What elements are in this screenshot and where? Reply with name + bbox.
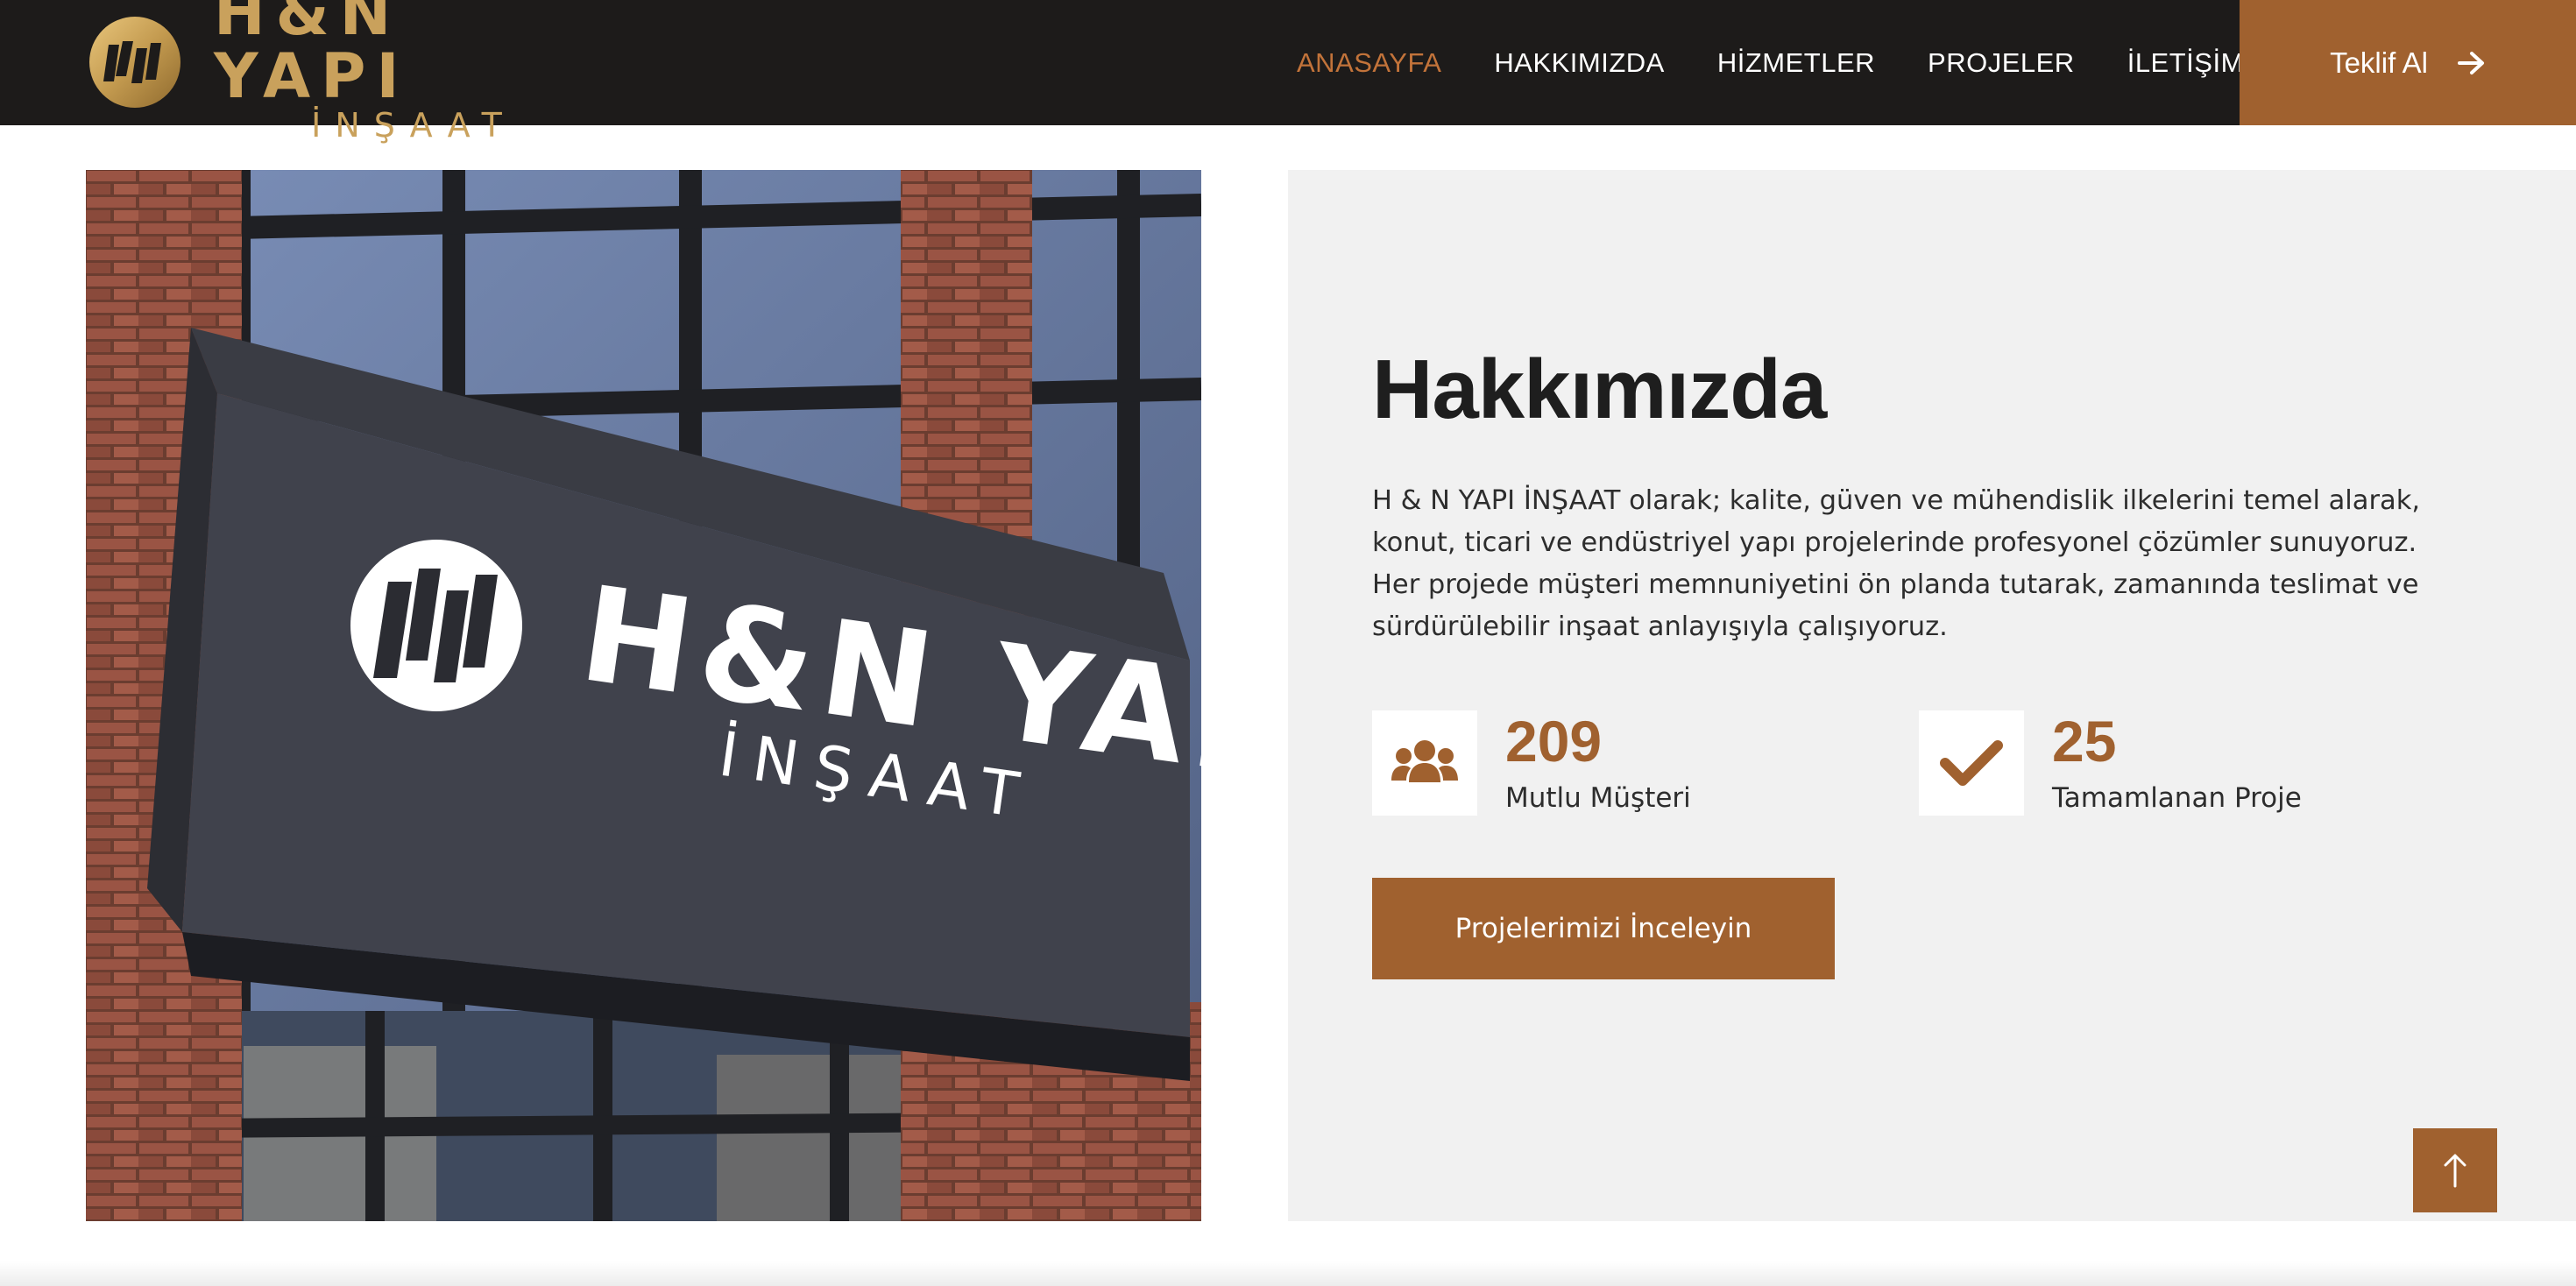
stat-value: 209 bbox=[1505, 709, 1603, 774]
logo-subtitle: İNŞAAT bbox=[311, 106, 516, 145]
hn-monogram-icon bbox=[89, 17, 180, 108]
stat-label: Tamamlanan Proje bbox=[2052, 782, 2302, 814]
site-header: H&N YAPI İNŞAAT ANASAYFA HAKKIMIZDA HİZM… bbox=[0, 0, 2576, 143]
stat-happy-customers: 209 Mutlu Müşteri bbox=[1372, 710, 1691, 816]
stat-label: Mutlu Müşteri bbox=[1505, 782, 1691, 814]
nav-item-projeler[interactable]: PROJELER bbox=[1928, 47, 2075, 79]
scroll-to-top-button[interactable] bbox=[2413, 1128, 2497, 1212]
nav-item-iletisim[interactable]: İLETİŞİM bbox=[2127, 47, 2244, 79]
main-nav: ANASAYFA HAKKIMIZDA HİZMETLER PROJELER İ… bbox=[1297, 0, 2296, 125]
storefront-photo: H&N YAPI İNŞAAT bbox=[86, 170, 1201, 1221]
stat-icon-box bbox=[1919, 710, 2024, 816]
stat-value: 25 bbox=[2052, 709, 2117, 774]
nav-item-hakkimizda[interactable]: HAKKIMIZDA bbox=[1494, 47, 1664, 79]
checkmark-icon bbox=[1940, 740, 2003, 786]
stat-icon-box bbox=[1372, 710, 1477, 816]
section-title: Hakkımızda bbox=[1372, 343, 1827, 436]
view-projects-button[interactable]: Projelerimizi İnceleyin bbox=[1372, 878, 1835, 979]
get-quote-label: Teklif Al bbox=[2330, 46, 2428, 79]
about-description: H & N YAPI İNŞAAT olarak; kalite, güven … bbox=[1372, 485, 2421, 642]
nav-item-anasayfa[interactable]: ANASAYFA bbox=[1297, 47, 1441, 79]
arrow-right-icon bbox=[2457, 51, 2484, 74]
nav-item-hizmetler[interactable]: HİZMETLER bbox=[1717, 47, 1875, 79]
get-quote-button[interactable]: Teklif Al bbox=[2240, 0, 2576, 125]
users-icon bbox=[1391, 740, 1458, 782]
arrow-up-icon bbox=[2444, 1154, 2466, 1188]
section-divider bbox=[0, 1261, 2576, 1286]
stat-completed-projects: 25 Tamamlanan Proje bbox=[1919, 710, 2302, 816]
about-section: Hakkımızda H & N YAPI İNŞAAT olarak; kal… bbox=[1288, 170, 2576, 1221]
logo-name: H&N YAPI bbox=[214, 0, 410, 112]
logo[interactable]: H&N YAPI İNŞAAT bbox=[88, 0, 561, 143]
